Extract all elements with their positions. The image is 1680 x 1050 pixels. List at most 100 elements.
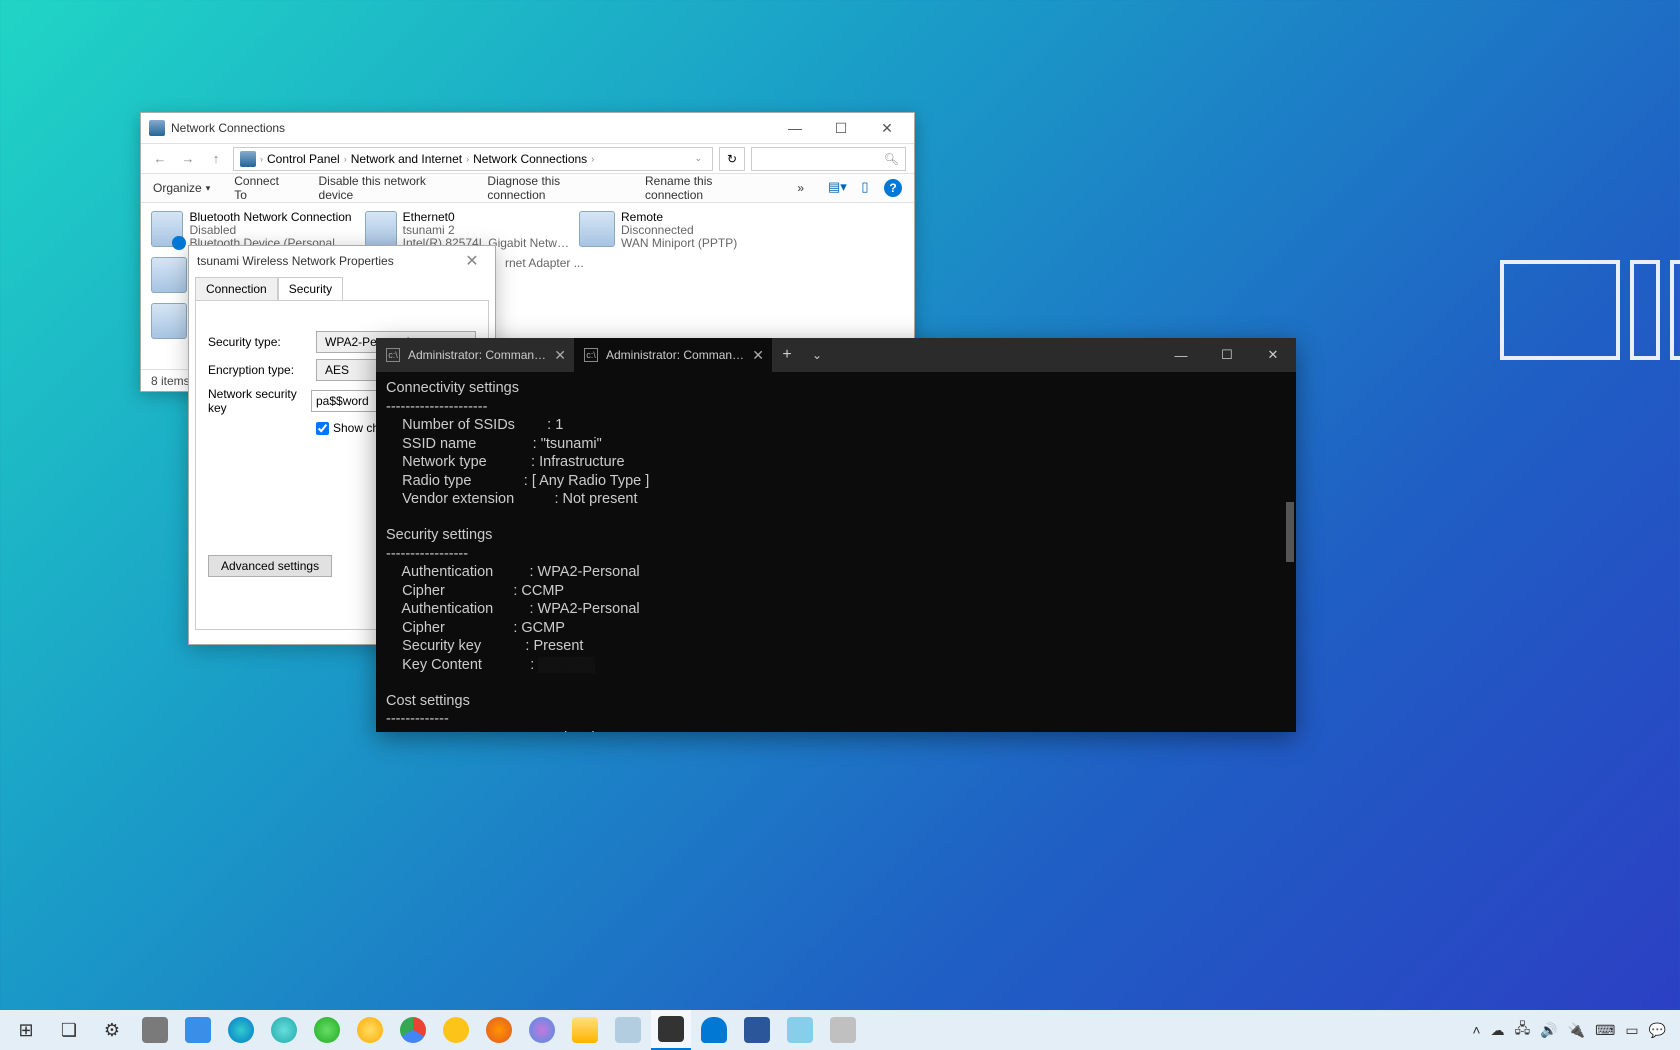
close-button[interactable]: ✕ <box>457 246 487 276</box>
view-options-button[interactable]: ▤▾ <box>828 179 846 197</box>
adapter-icon <box>151 257 187 293</box>
taskbar: ⊞ ❏ ⚙ ˄ ☁ 🖧 🔊 🔌 ⌨ ▭ 💬 <box>0 1010 1680 1050</box>
word-icon <box>744 1017 770 1043</box>
explorer-button[interactable] <box>565 1010 605 1050</box>
firefox-dev-icon <box>529 1017 555 1043</box>
firefox-button[interactable] <box>479 1010 519 1050</box>
onedrive-tray-icon[interactable]: ☁ <box>1491 1022 1505 1039</box>
maximize-button[interactable]: ☐ <box>1204 338 1250 372</box>
close-tab-button[interactable]: ✕ <box>554 347 566 364</box>
connection-item[interactable]: RemoteDisconnectedWAN Miniport (PPTP) <box>577 209 787 255</box>
chrome-button[interactable] <box>393 1010 433 1050</box>
tab-dropdown-button[interactable]: ⌄ <box>802 348 832 362</box>
advanced-settings-button[interactable]: Advanced settings <box>208 555 332 577</box>
command-toolbar: Organize▾ Connect To Disable this networ… <box>141 173 914 203</box>
breadcrumb[interactable]: › Control Panel › Network and Internet ›… <box>233 147 713 171</box>
store-icon <box>142 1017 168 1043</box>
address-bar: ← → ↑ › Control Panel › Network and Inte… <box>141 143 914 173</box>
mail-button[interactable] <box>608 1010 648 1050</box>
dialog-titlebar[interactable]: tsunami Wireless Network Properties ✕ <box>189 246 495 276</box>
organize-menu[interactable]: Organize▾ <box>153 181 210 195</box>
chrome-canary-icon <box>443 1017 469 1043</box>
folder-icon <box>572 1017 598 1043</box>
close-button[interactable]: ✕ <box>864 113 910 143</box>
chevron-down-icon: ▾ <box>206 183 211 194</box>
back-button[interactable]: ← <box>149 148 171 170</box>
app-icon <box>830 1017 856 1043</box>
terminal-output[interactable]: Connectivity settings ------------------… <box>376 372 1296 732</box>
connect-to-button[interactable]: Connect To <box>234 174 294 202</box>
start-button[interactable]: ⊞ <box>6 1010 46 1050</box>
settings-button[interactable]: ⚙ <box>92 1010 132 1050</box>
refresh-button[interactable]: ↻ <box>719 147 745 171</box>
show-characters-checkbox[interactable] <box>316 422 329 435</box>
adapter-icon <box>365 211 397 247</box>
notifications-tray-icon[interactable]: 💬 <box>1649 1022 1666 1039</box>
tab-connection[interactable]: Connection <box>195 277 278 301</box>
adapter-icon <box>151 303 187 339</box>
word-button[interactable] <box>737 1010 777 1050</box>
chevron-right-icon: › <box>466 154 469 164</box>
mail-icon <box>615 1017 641 1043</box>
close-button[interactable]: ✕ <box>1250 338 1296 372</box>
maximize-button[interactable]: ☐ <box>818 113 864 143</box>
tabs: Connection Security <box>189 276 495 300</box>
store-button[interactable] <box>135 1010 175 1050</box>
disable-device-button[interactable]: Disable this network device <box>319 174 464 202</box>
overflow-button[interactable]: » <box>797 181 804 195</box>
dialog-title: tsunami Wireless Network Properties <box>197 254 457 268</box>
app-button[interactable] <box>823 1010 863 1050</box>
close-tab-button[interactable]: ✕ <box>752 347 764 364</box>
chevron-down-icon[interactable]: ⌄ <box>690 153 706 164</box>
firefox-icon <box>486 1017 512 1043</box>
cmd-icon: c:\ <box>584 348 598 362</box>
firefox-dev-button[interactable] <box>522 1010 562 1050</box>
power-tray-icon[interactable]: 🔌 <box>1568 1022 1585 1039</box>
keyboard-tray-icon[interactable]: ▭ <box>1625 1022 1638 1039</box>
input-tray-icon[interactable]: ⌨ <box>1595 1022 1615 1039</box>
minimize-button[interactable]: — <box>772 113 818 143</box>
breadcrumb-seg[interactable]: Network and Internet <box>351 152 462 166</box>
app-button[interactable] <box>780 1010 820 1050</box>
diagnose-button[interactable]: Diagnose this connection <box>487 174 621 202</box>
encryption-type-label: Encryption type: <box>208 363 308 377</box>
forward-button[interactable]: → <box>177 148 199 170</box>
terminal-tab[interactable]: c:\ Administrator: Command Prompt ✕ <box>376 338 574 372</box>
terminal-tab[interactable]: c:\ Administrator: Command Prompt ✕ <box>574 338 772 372</box>
new-tab-button[interactable]: + <box>772 346 802 364</box>
onedrive-button[interactable] <box>694 1010 734 1050</box>
edge-canary-button[interactable] <box>350 1010 390 1050</box>
search-input[interactable]: 🔍︎ <box>751 147 906 171</box>
minimize-button[interactable]: — <box>1158 338 1204 372</box>
breadcrumb-icon <box>240 151 256 167</box>
preview-pane-button[interactable]: ▯ <box>856 179 874 197</box>
edge-beta-button[interactable] <box>264 1010 304 1050</box>
phone-button[interactable] <box>178 1010 218 1050</box>
breadcrumb-seg[interactable]: Control Panel <box>267 152 340 166</box>
edge-dev-button[interactable] <box>307 1010 347 1050</box>
network-tray-icon[interactable]: 🖧 <box>1515 1018 1531 1042</box>
terminal-button[interactable] <box>651 1010 691 1050</box>
scrollbar[interactable] <box>1284 372 1296 732</box>
adapter-icon <box>151 211 183 247</box>
cmd-icon: c:\ <box>386 348 400 362</box>
tab-security[interactable]: Security <box>278 277 343 301</box>
titlebar[interactable]: Network Connections — ☐ ✕ <box>141 113 914 143</box>
cloud-icon <box>701 1017 727 1043</box>
scroll-thumb[interactable] <box>1286 502 1294 562</box>
chevron-right-icon: › <box>260 154 263 164</box>
rename-button[interactable]: Rename this connection <box>645 174 773 202</box>
volume-tray-icon[interactable]: 🔊 <box>1540 1022 1557 1039</box>
adapter-icon <box>579 211 615 247</box>
system-tray: ˄ ☁ 🖧 🔊 🔌 ⌨ ▭ 💬 <box>1472 1018 1674 1042</box>
connection-item[interactable]: rnet Adapter ... <box>503 255 703 301</box>
task-view-button[interactable]: ❏ <box>49 1010 89 1050</box>
edge-button[interactable] <box>221 1010 261 1050</box>
search-icon: 🔍︎ <box>884 152 899 166</box>
task-view-icon: ❏ <box>61 1020 77 1041</box>
breadcrumb-seg[interactable]: Network Connections <box>473 152 587 166</box>
chrome-canary-button[interactable] <box>436 1010 476 1050</box>
tray-overflow-button[interactable]: ˄ <box>1472 1022 1480 1038</box>
help-button[interactable]: ? <box>884 179 902 197</box>
up-button[interactable]: ↑ <box>205 148 227 170</box>
